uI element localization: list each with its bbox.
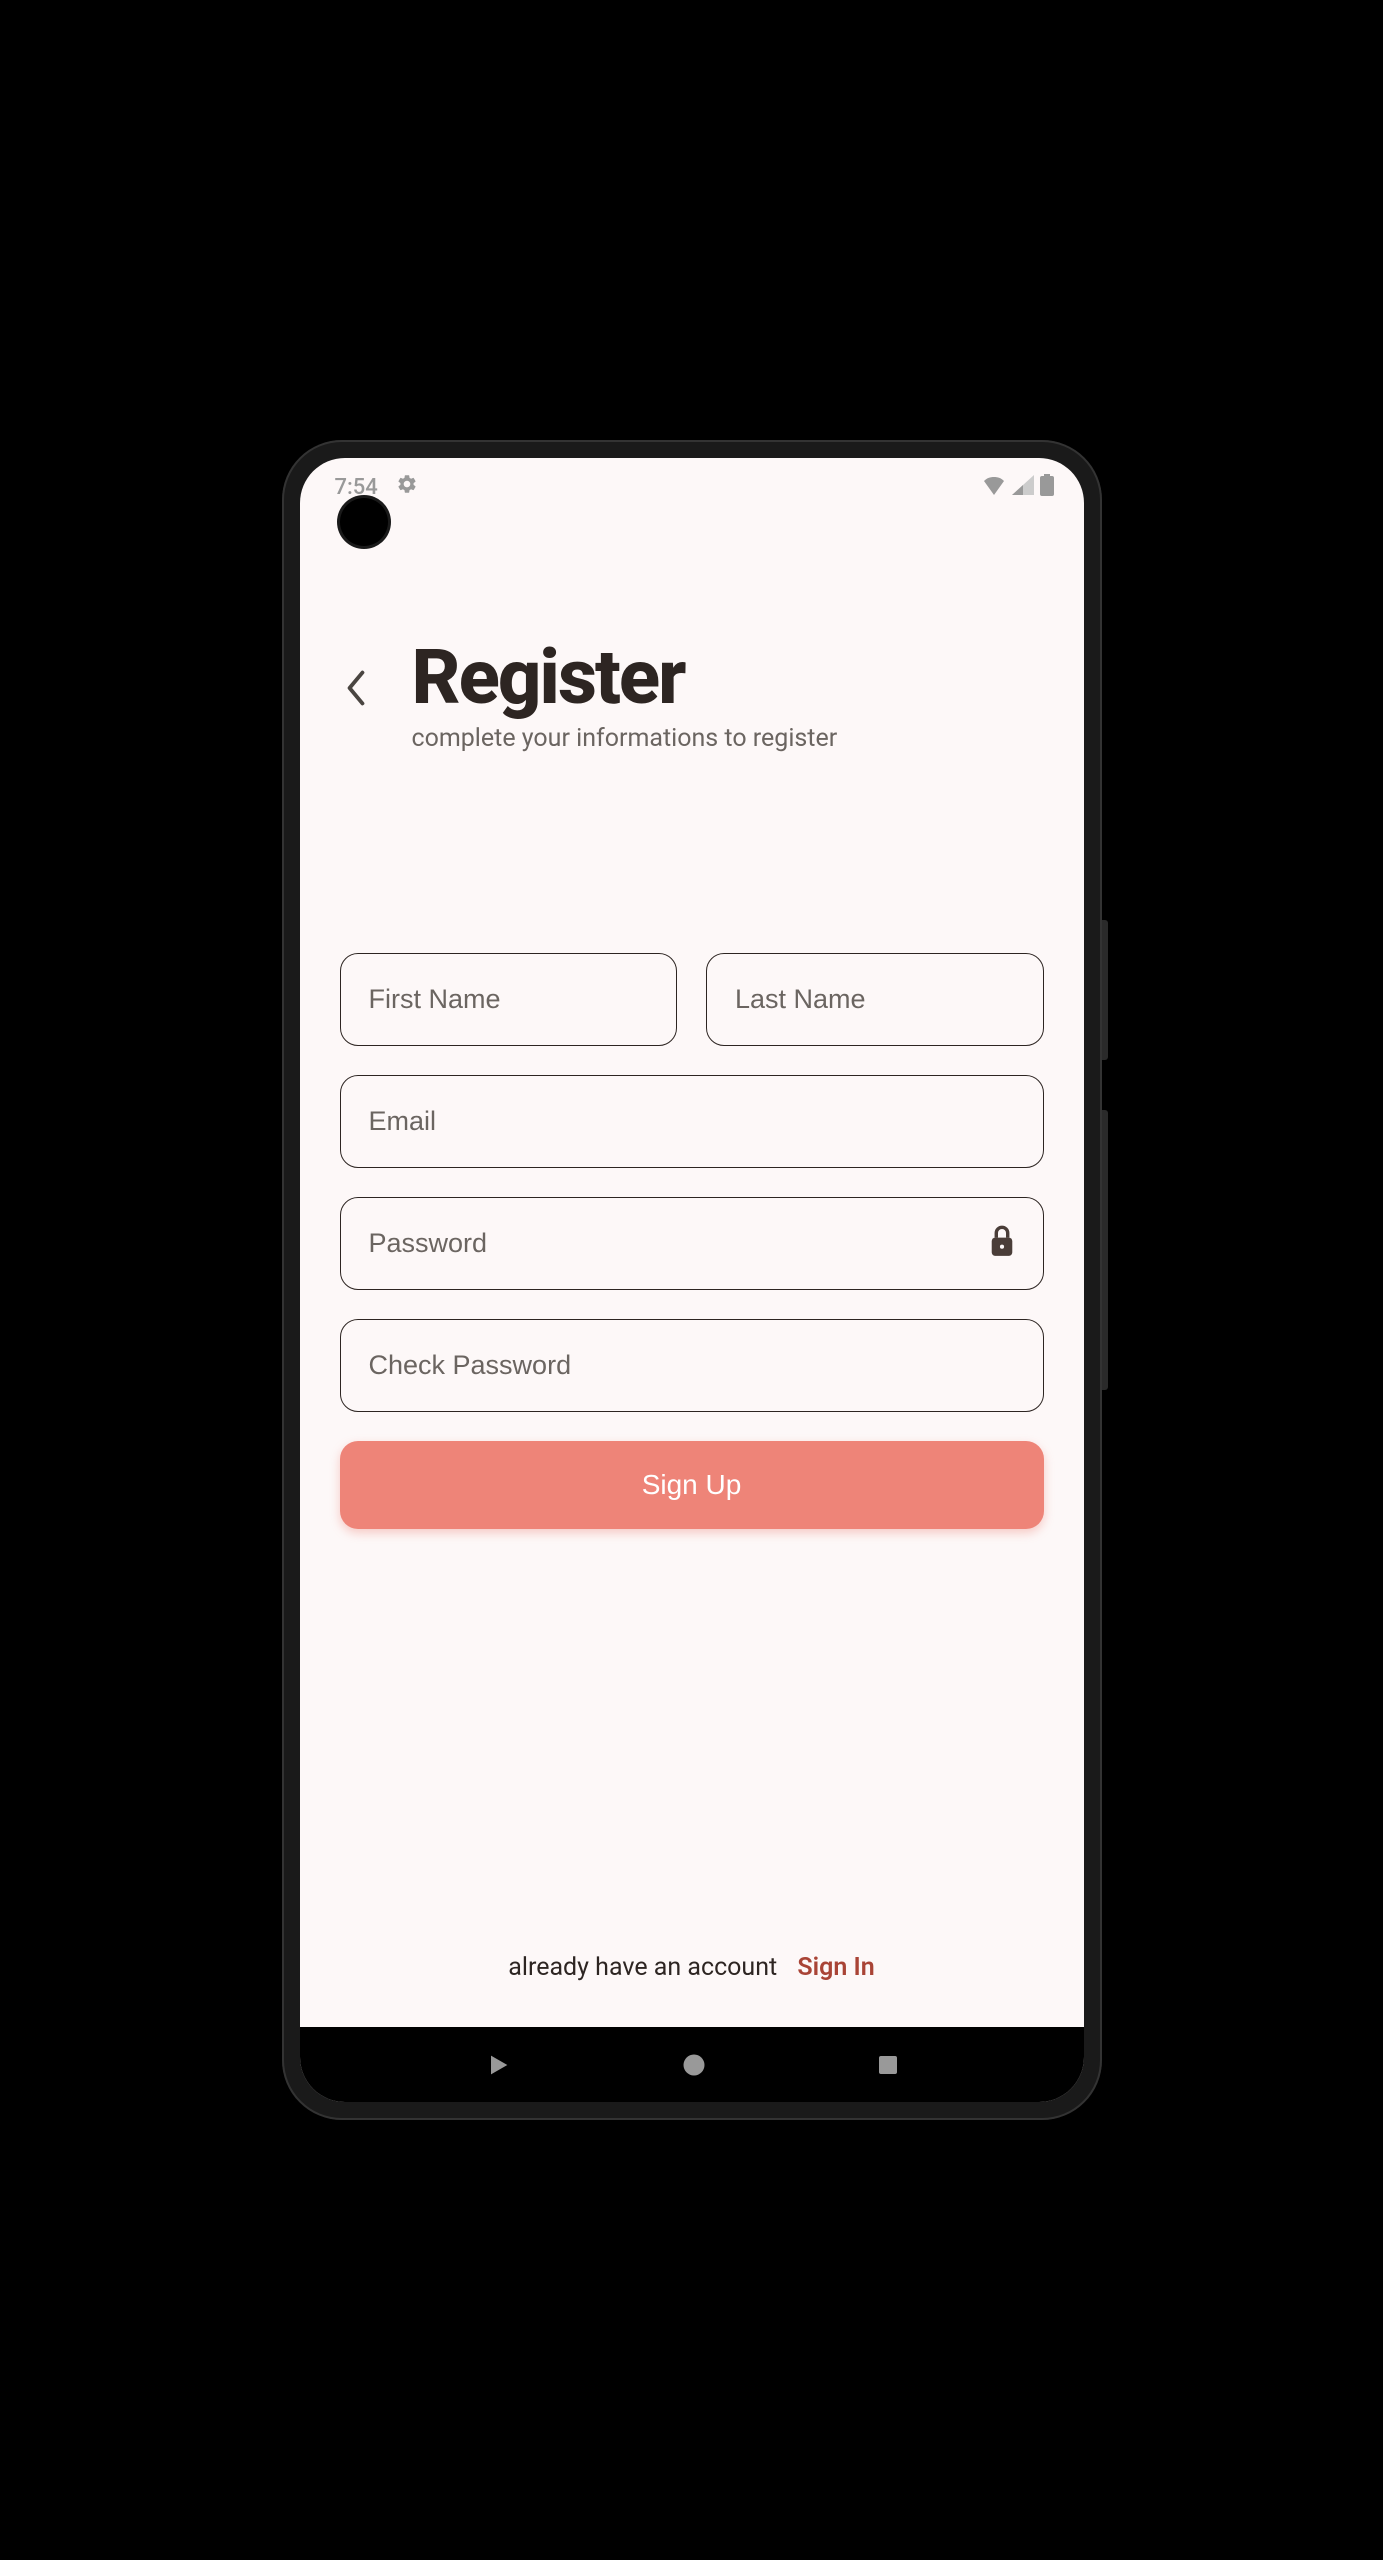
- status-bar: 7:54: [300, 458, 1084, 508]
- nav-recent-button[interactable]: [876, 2053, 900, 2077]
- battery-icon: [1040, 474, 1054, 500]
- wifi-icon: [982, 475, 1006, 499]
- check-password-input[interactable]: [340, 1319, 1044, 1412]
- first-name-input[interactable]: [340, 953, 678, 1046]
- header-row: Register complete your informations to r…: [340, 638, 1044, 753]
- password-input[interactable]: [340, 1197, 1044, 1290]
- signal-icon: [1012, 475, 1034, 499]
- last-name-input[interactable]: [706, 953, 1044, 1046]
- chevron-left-icon: [345, 670, 367, 709]
- page-title: Register: [412, 638, 1044, 718]
- title-block: Register complete your informations to r…: [412, 638, 1044, 753]
- footer-link: already have an account Sign In: [340, 1953, 1044, 2007]
- signup-button[interactable]: Sign Up: [340, 1441, 1044, 1529]
- signin-link[interactable]: Sign In: [797, 1953, 874, 1982]
- status-right: [982, 474, 1054, 500]
- password-wrapper: [340, 1197, 1044, 1290]
- android-nav-bar: [300, 2027, 1084, 2102]
- status-left: 7:54: [335, 473, 418, 501]
- camera-hole: [340, 498, 388, 546]
- nav-back-button[interactable]: [484, 2051, 512, 2079]
- gear-icon: [396, 473, 418, 501]
- page-content: Register complete your informations to r…: [300, 508, 1084, 2027]
- footer-prompt: already have an account: [508, 1953, 777, 1982]
- device-frame: 7:54: [282, 440, 1102, 2120]
- nav-home-button[interactable]: [680, 2051, 708, 2079]
- back-button[interactable]: [340, 673, 372, 705]
- device-volume-button: [1102, 1110, 1108, 1390]
- page-subtitle: complete your informations to register: [412, 724, 1044, 753]
- name-row: [340, 953, 1044, 1046]
- email-input[interactable]: [340, 1075, 1044, 1168]
- device-power-button: [1102, 920, 1108, 1060]
- lock-icon[interactable]: [988, 1225, 1016, 1261]
- status-time: 7:54: [335, 475, 378, 500]
- register-form: Sign Up: [340, 953, 1044, 1529]
- screen: 7:54: [300, 458, 1084, 2102]
